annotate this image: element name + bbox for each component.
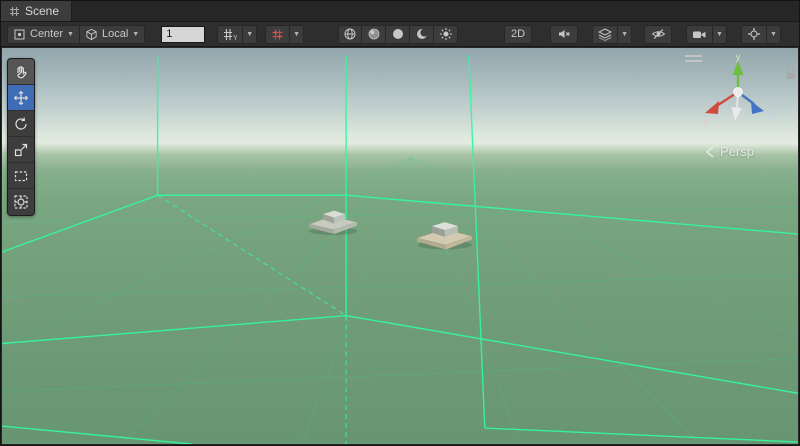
camera-settings-button[interactable] [686,25,713,44]
chevron-down-icon: ▼ [246,31,253,38]
rect-icon [13,168,29,184]
snap-settings-button[interactable] [265,25,290,44]
move-tool-button[interactable] [8,85,34,111]
shading-mode-toggle[interactable] [338,25,362,44]
scene-visibility-toggle[interactable] [644,25,672,44]
pivot-mode-label: Center [30,28,63,40]
lighting-toggle[interactable] [362,25,386,44]
hand-icon [13,64,29,80]
tool-palette [7,58,35,216]
move-icon [13,90,29,106]
light-debug-toggle[interactable] [434,25,458,44]
moon-toggle[interactable] [410,25,434,44]
ambient-toggle[interactable] [386,25,410,44]
transform-tool-button[interactable] [8,189,34,215]
eye-slash-icon [651,27,666,41]
orientation-dropdown[interactable]: Local ▼ [80,25,145,44]
chevron-down-icon: ▼ [132,31,139,38]
scale-tool-button[interactable] [8,137,34,163]
scene-viewport[interactable]: y x z [2,48,798,444]
grid-axis-letter: Y [233,35,237,41]
grid-axis-icon: Y [223,28,237,41]
transform-icon [13,194,29,210]
axis-z-arrow[interactable]: z [738,92,774,119]
cube-icon [85,28,98,41]
rotate-tool-button[interactable] [8,111,34,137]
tab-scene[interactable]: Scene [1,1,72,21]
gizmos-dropdown[interactable]: ▼ [767,25,781,44]
2d-mode-toggle[interactable]: 2D [504,25,532,44]
selection-wireframe [2,55,798,444]
unity-scene-window: Scene Center ▼ L [0,0,800,446]
effects-button[interactable] [592,25,618,44]
crescent-moon-icon [415,27,429,41]
scale-icon [13,142,29,158]
snap-increment-input[interactable] [161,26,205,43]
pivot-mode-dropdown[interactable]: Center ▼ [7,25,80,44]
tab-label: Scene [25,4,59,18]
sun-icon [439,27,453,41]
chevron-down-icon: ▼ [770,31,777,38]
scene-toolbar: Center ▼ Local ▼ Y [1,22,799,47]
projection-toggle[interactable]: Persp [704,144,754,159]
effects-dropdown[interactable]: ▼ [618,25,632,44]
shaded-sphere-icon [367,27,381,41]
center-pivot-icon [13,28,26,41]
chevron-down-icon: ▼ [293,31,300,38]
chevron-down-icon: ▼ [621,31,628,38]
projection-label: Persp [720,144,754,159]
speaker-muted-icon [557,27,571,41]
gizmo-sphere-icon [747,27,761,41]
snap-settings-dropdown[interactable]: ▼ [290,25,304,44]
camera-settings-dropdown[interactable]: ▼ [713,25,727,44]
platform-object-2[interactable] [417,222,472,249]
solid-circle-icon [391,27,405,41]
scene-canvas [2,48,798,444]
orientation-label: Local [102,28,128,40]
wireframe-globe-icon [343,27,357,41]
grid-visibility-button[interactable]: Y [217,25,243,44]
axis-y-label: y [736,52,741,63]
axis-x-label: x [704,117,709,128]
snap-grid-icon [271,28,284,41]
axis-z-label: z [769,108,774,119]
grid-visibility-dropdown[interactable]: ▼ [243,25,257,44]
gizmo-center-handle[interactable] [734,88,743,97]
chevron-down-icon: ▼ [67,31,74,38]
audio-toggle[interactable] [550,25,578,44]
tab-bar: Scene [1,1,799,22]
orientation-gizmo[interactable]: y x z [698,52,778,132]
effects-layers-icon [598,28,612,41]
axis-y-arrow[interactable]: y [733,52,744,92]
gizmos-button[interactable] [741,25,767,44]
chevron-down-icon: ▼ [716,31,723,38]
2d-mode-label: 2D [511,28,525,40]
rect-tool-button[interactable] [8,163,34,189]
lock-icon[interactable] [784,66,798,80]
platform-object-1[interactable] [309,211,357,235]
hand-tool-button[interactable] [8,59,34,85]
camera-icon [692,28,707,41]
rotate-icon [13,116,29,132]
chevron-left-icon [704,145,715,159]
grid-tab-icon [9,6,20,17]
